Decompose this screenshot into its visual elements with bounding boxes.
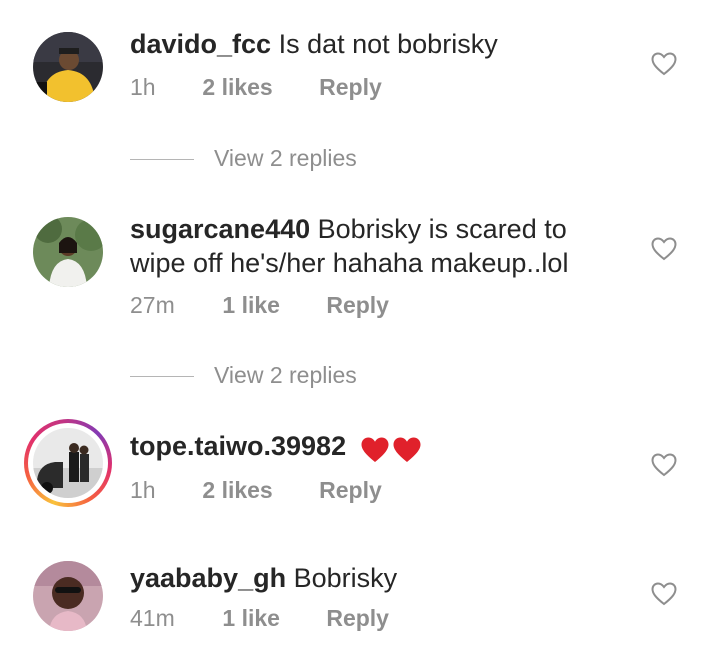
comment-likes[interactable]: 2 likes	[202, 477, 272, 504]
red-heart-emoji-icon	[393, 437, 421, 462]
comment-body-line2: wipe off he's/her hahaha makeup..lol	[130, 248, 569, 278]
story-ring[interactable]	[24, 419, 112, 507]
comment-likes[interactable]: 1 like	[222, 292, 280, 319]
heart-outline-icon[interactable]	[651, 582, 677, 606]
comment-username[interactable]: davido_fcc	[130, 29, 271, 59]
comment-text: yaababy_gh Bobrisky	[130, 561, 630, 595]
comment-body: Bobrisky is scared to	[317, 214, 567, 244]
comment-text: tope.taiwo.39982	[130, 429, 630, 465]
view-replies-button[interactable]: View 2 replies	[130, 145, 357, 172]
replies-divider-line	[130, 159, 194, 161]
avatar-photo	[33, 217, 103, 287]
avatar-photo	[33, 561, 103, 631]
avatar[interactable]	[33, 217, 103, 287]
heart-emoji-pair	[360, 431, 424, 465]
avatar[interactable]	[33, 561, 103, 631]
comment-body: Bobrisky	[293, 563, 398, 593]
comment-body: Is dat not bobrisky	[278, 29, 498, 59]
avatar-photo	[33, 428, 103, 498]
avatar	[33, 428, 103, 498]
comment-text: davido_fcc Is dat not bobrisky	[130, 27, 630, 61]
view-replies-label: View 2 replies	[214, 362, 357, 388]
comment-meta: 41m 1 like Reply	[130, 605, 389, 632]
comment-meta: 1h 2 likes Reply	[130, 74, 382, 101]
comment-time: 1h	[130, 74, 156, 100]
heart-outline-icon[interactable]	[651, 52, 677, 76]
reply-button[interactable]: Reply	[319, 74, 382, 101]
view-replies-label: View 2 replies	[214, 145, 357, 171]
heart-outline-icon[interactable]	[651, 237, 677, 261]
comment-likes[interactable]: 2 likes	[202, 74, 272, 101]
comment-meta: 1h 2 likes Reply	[130, 477, 382, 504]
avatar[interactable]	[33, 32, 103, 102]
heart-outline-icon[interactable]	[651, 453, 677, 477]
reply-button[interactable]: Reply	[326, 605, 389, 632]
replies-divider-line	[130, 376, 194, 378]
comment-text: sugarcane440 Bobrisky is scared to wipe …	[130, 212, 630, 280]
comment-username[interactable]: tope.taiwo.39982	[130, 431, 346, 461]
comment-username[interactable]: yaababy_gh	[130, 563, 286, 593]
red-heart-emoji-icon	[361, 437, 389, 462]
avatar-photo	[33, 32, 103, 102]
view-replies-button[interactable]: View 2 replies	[130, 362, 357, 389]
comment-likes[interactable]: 1 like	[222, 605, 280, 632]
comment-time: 41m	[130, 605, 175, 631]
comment-meta: 27m 1 like Reply	[130, 292, 389, 319]
reply-button[interactable]: Reply	[319, 477, 382, 504]
comment-time: 27m	[130, 292, 175, 318]
reply-button[interactable]: Reply	[326, 292, 389, 319]
comment-time: 1h	[130, 477, 156, 503]
comment-username[interactable]: sugarcane440	[130, 214, 310, 244]
